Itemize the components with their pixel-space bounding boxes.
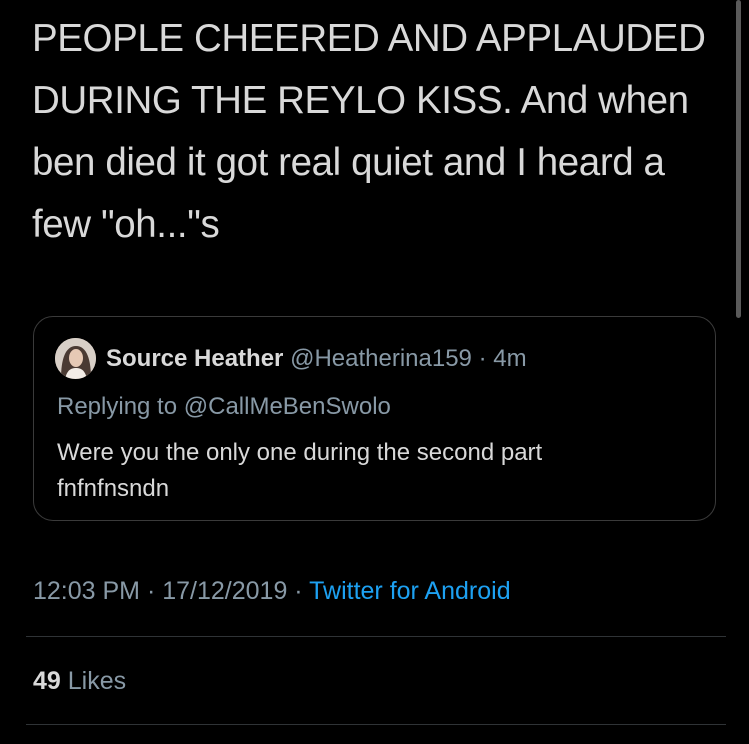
- quote-author-handle[interactable]: @Heatherina159: [290, 345, 472, 372]
- scrollbar[interactable]: [736, 0, 741, 318]
- quote-body-line: fnfnfnsndn: [57, 475, 170, 502]
- tweet-date: 17/12/2019: [162, 577, 288, 605]
- quote-separator: ·: [478, 345, 487, 372]
- tweet-time: 12:03 PM: [33, 577, 141, 605]
- replying-to-label: Replying to: [57, 393, 184, 420]
- tweet-text: PEOPLE CHEERED AND APPLAUDED DURING THE …: [32, 8, 722, 256]
- likes-count: 49: [33, 667, 61, 695]
- profile-photo-icon: [55, 338, 96, 379]
- quote-body: Were you the only one during the second …: [57, 435, 697, 507]
- tweet-text-line: PEOPLE CHEERED AND APPLAUDED: [32, 17, 706, 60]
- avatar[interactable]: [55, 338, 96, 379]
- tweet-text-line: ben died it got real quiet and I heard a: [32, 141, 665, 184]
- tweet-text-line: few "oh..."s: [32, 203, 220, 246]
- quote-timestamp: 4m: [493, 345, 527, 372]
- likes-row[interactable]: 49 Likes: [33, 664, 126, 698]
- meta-separator: ·: [287, 577, 310, 605]
- replying-to-handle[interactable]: @CallMeBenSwolo: [184, 393, 391, 420]
- quoted-tweet-card[interactable]: Source Heather @Heatherina159 · 4m Reply…: [33, 316, 716, 521]
- tweet-metadata: 12:03 PM · 17/12/2019 · Twitter for Andr…: [33, 574, 511, 608]
- quote-author-name[interactable]: Source Heather: [106, 345, 283, 372]
- quote-body-line: Were you the only one during the second …: [57, 439, 543, 466]
- quote-header: Source Heather @Heatherina159 · 4m: [106, 343, 527, 375]
- tweet-source-link[interactable]: Twitter for Android: [309, 577, 510, 605]
- divider: [26, 724, 726, 725]
- replying-to-line: Replying to @CallMeBenSwolo: [57, 391, 391, 423]
- likes-label: Likes: [67, 667, 127, 695]
- meta-separator: ·: [140, 577, 163, 605]
- tweet-text-line: DURING THE REYLO KISS. And when: [32, 79, 689, 122]
- divider: [26, 636, 726, 637]
